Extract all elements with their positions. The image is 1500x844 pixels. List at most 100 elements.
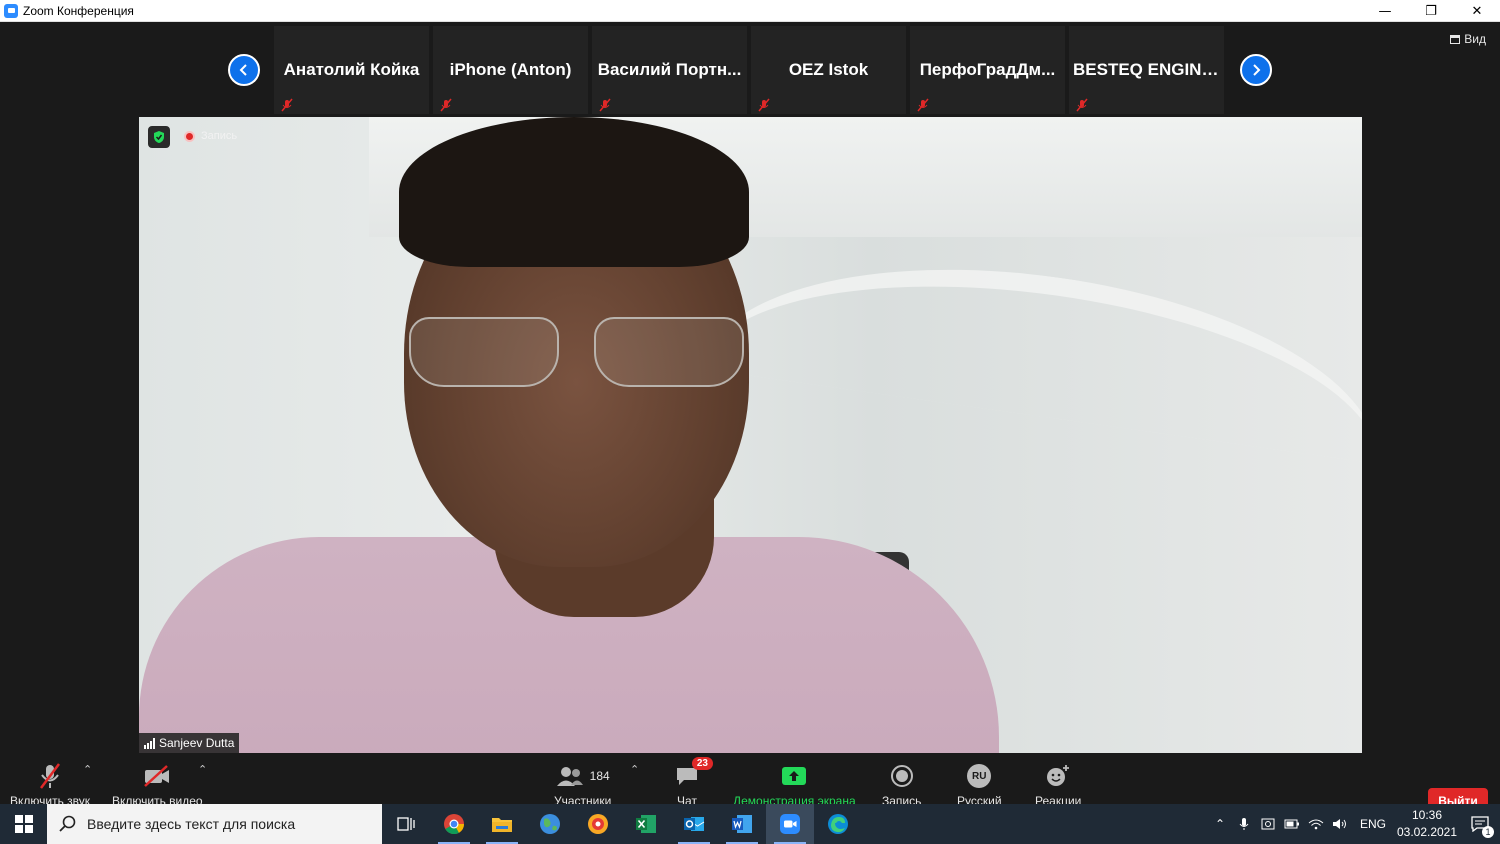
clock-date: 03.02.2021 [1396, 825, 1458, 839]
participant-name: OEZ Istok [788, 60, 869, 79]
speaker-hair [399, 117, 749, 267]
notifications-count: 1 [1482, 826, 1494, 838]
language-globe-icon: RU [967, 764, 992, 788]
taskbar-file-explorer[interactable] [478, 804, 526, 844]
windows-taskbar: Введите здесь текст для поиска ⌃ ENG 10:… [0, 804, 1500, 844]
chat-button[interactable]: 23 Чат [675, 757, 713, 808]
participants-options-caret-icon[interactable]: ⌃ [630, 763, 639, 776]
reactions-button[interactable]: Реакции [1035, 761, 1081, 808]
muted-mic-icon [599, 98, 611, 112]
taskbar-outlook[interactable] [670, 804, 718, 844]
word-icon [732, 815, 752, 833]
audio-options-caret-icon[interactable]: ⌃ [83, 763, 92, 776]
search-placeholder: Введите здесь текст для поиска [87, 816, 296, 832]
view-label: Вид [1464, 32, 1486, 46]
tray-security-icon[interactable] [1256, 817, 1280, 831]
start-button[interactable] [0, 804, 47, 844]
chrome-icon [444, 814, 465, 835]
view-button[interactable]: Вид [1450, 32, 1486, 46]
view-grid-icon [1450, 34, 1461, 44]
smiley-reaction-icon [1047, 765, 1070, 786]
chevron-right-icon [1253, 64, 1261, 76]
record-button[interactable]: Запись [882, 761, 921, 808]
share-screen-icon [782, 767, 807, 785]
muted-mic-icon [1076, 98, 1088, 112]
taskbar-excel[interactable] [622, 804, 670, 844]
share-screen-button[interactable]: Демонстрация экрана [733, 761, 856, 808]
restore-button[interactable]: ❐ [1408, 0, 1454, 22]
strip-prev-button[interactable] [228, 54, 260, 86]
close-button[interactable]: ✕ [1454, 0, 1500, 22]
participant-tile[interactable]: Анатолий Койка [274, 26, 429, 114]
minimize-button[interactable]: — [1362, 0, 1408, 22]
taskbar-word[interactable] [718, 804, 766, 844]
meeting-area: Вид Анатолий Койка iPhone (Anton) Васили… [0, 22, 1500, 826]
speaker-person [139, 117, 1362, 753]
participant-tile[interactable]: iPhone (Anton) [433, 26, 588, 114]
participant-strip: Анатолий Койка iPhone (Anton) Василий По… [228, 26, 1272, 114]
tray-clock[interactable]: 10:36 03.02.2021 [1394, 807, 1460, 841]
speaker-name: Sanjeev Dutta [159, 736, 235, 750]
unmute-button[interactable]: Включить звук [10, 761, 90, 808]
taskbar-edge[interactable] [814, 804, 862, 844]
muted-mic-icon [40, 763, 61, 789]
globe-icon [540, 814, 560, 834]
zoom-app-icon [4, 3, 18, 18]
title-bar: Zoom Конференция — ❐ ✕ [0, 0, 1500, 22]
participant-tile[interactable]: BESTEQ ENGINE... [1069, 26, 1224, 114]
start-video-button[interactable]: Включить видео [112, 761, 203, 808]
speaker-video: Запись Sanjeev Dutta [139, 117, 1362, 753]
excel-icon [636, 815, 656, 833]
record-icon [890, 765, 913, 787]
participants-icon [556, 767, 583, 786]
tray-volume-icon[interactable] [1328, 818, 1352, 830]
window-title: Zoom Конференция [23, 3, 134, 18]
tray-battery-icon[interactable] [1280, 819, 1304, 829]
muted-mic-icon [758, 98, 770, 112]
chevron-left-icon [239, 64, 247, 76]
signal-bars-icon [144, 737, 155, 749]
participant-tile[interactable]: OEZ Istok [751, 26, 906, 114]
tray-overflow-chevron-icon[interactable]: ⌃ [1208, 817, 1232, 831]
recording-indicator[interactable]: Запись [184, 130, 237, 142]
strip-next-button[interactable] [1240, 54, 1272, 86]
language-button[interactable]: RU Русский [957, 761, 1002, 808]
security-shield-icon[interactable] [148, 126, 170, 148]
folder-icon [492, 818, 512, 832]
tray-wifi-icon[interactable] [1304, 818, 1328, 830]
muted-mic-icon [281, 98, 293, 112]
browser-app-icon [588, 814, 608, 834]
task-view-icon [397, 817, 415, 831]
task-view-button[interactable] [382, 804, 430, 844]
zoom-icon [780, 814, 800, 834]
video-options-caret-icon[interactable]: ⌃ [198, 763, 207, 776]
taskbar-chrome[interactable] [430, 804, 478, 844]
chat-unread-badge: 23 [691, 757, 713, 770]
participant-name: iPhone (Anton) [449, 60, 572, 79]
participant-tile[interactable]: ПерфоГрадДм... [910, 26, 1065, 114]
participant-tile[interactable]: Василий Портн... [592, 26, 747, 114]
recording-label: Запись [201, 130, 238, 142]
speaker-glasses [409, 317, 749, 387]
windows-logo-icon [14, 815, 33, 833]
participant-name: Анатолий Койка [283, 60, 420, 79]
action-center-button[interactable]: 1 [1460, 804, 1500, 844]
edge-icon [828, 814, 848, 834]
taskbar-search[interactable]: Введите здесь текст для поиска [47, 804, 382, 844]
participant-name: ПерфоГрадДм... [919, 60, 1056, 79]
video-off-icon [144, 765, 170, 787]
taskbar-globe-app[interactable] [526, 804, 574, 844]
tray-microphone-icon[interactable] [1232, 817, 1256, 831]
participants-count: 184 [589, 769, 610, 783]
participants-button[interactable]: 184 Участники [554, 761, 611, 808]
taskbar-yandex-app[interactable] [574, 804, 622, 844]
muted-mic-icon [917, 98, 929, 112]
recording-dot-icon [184, 130, 195, 142]
taskbar-zoom[interactable] [766, 804, 814, 844]
clock-time: 10:36 [1411, 808, 1443, 822]
participant-name: BESTEQ ENGINE... [1073, 60, 1224, 79]
speaker-name-tag: Sanjeev Dutta [139, 733, 240, 753]
tray-input-language[interactable]: ENG [1360, 817, 1386, 831]
muted-mic-icon [440, 98, 452, 112]
system-tray: ⌃ ENG 10:36 03.02.2021 1 [1208, 804, 1500, 844]
